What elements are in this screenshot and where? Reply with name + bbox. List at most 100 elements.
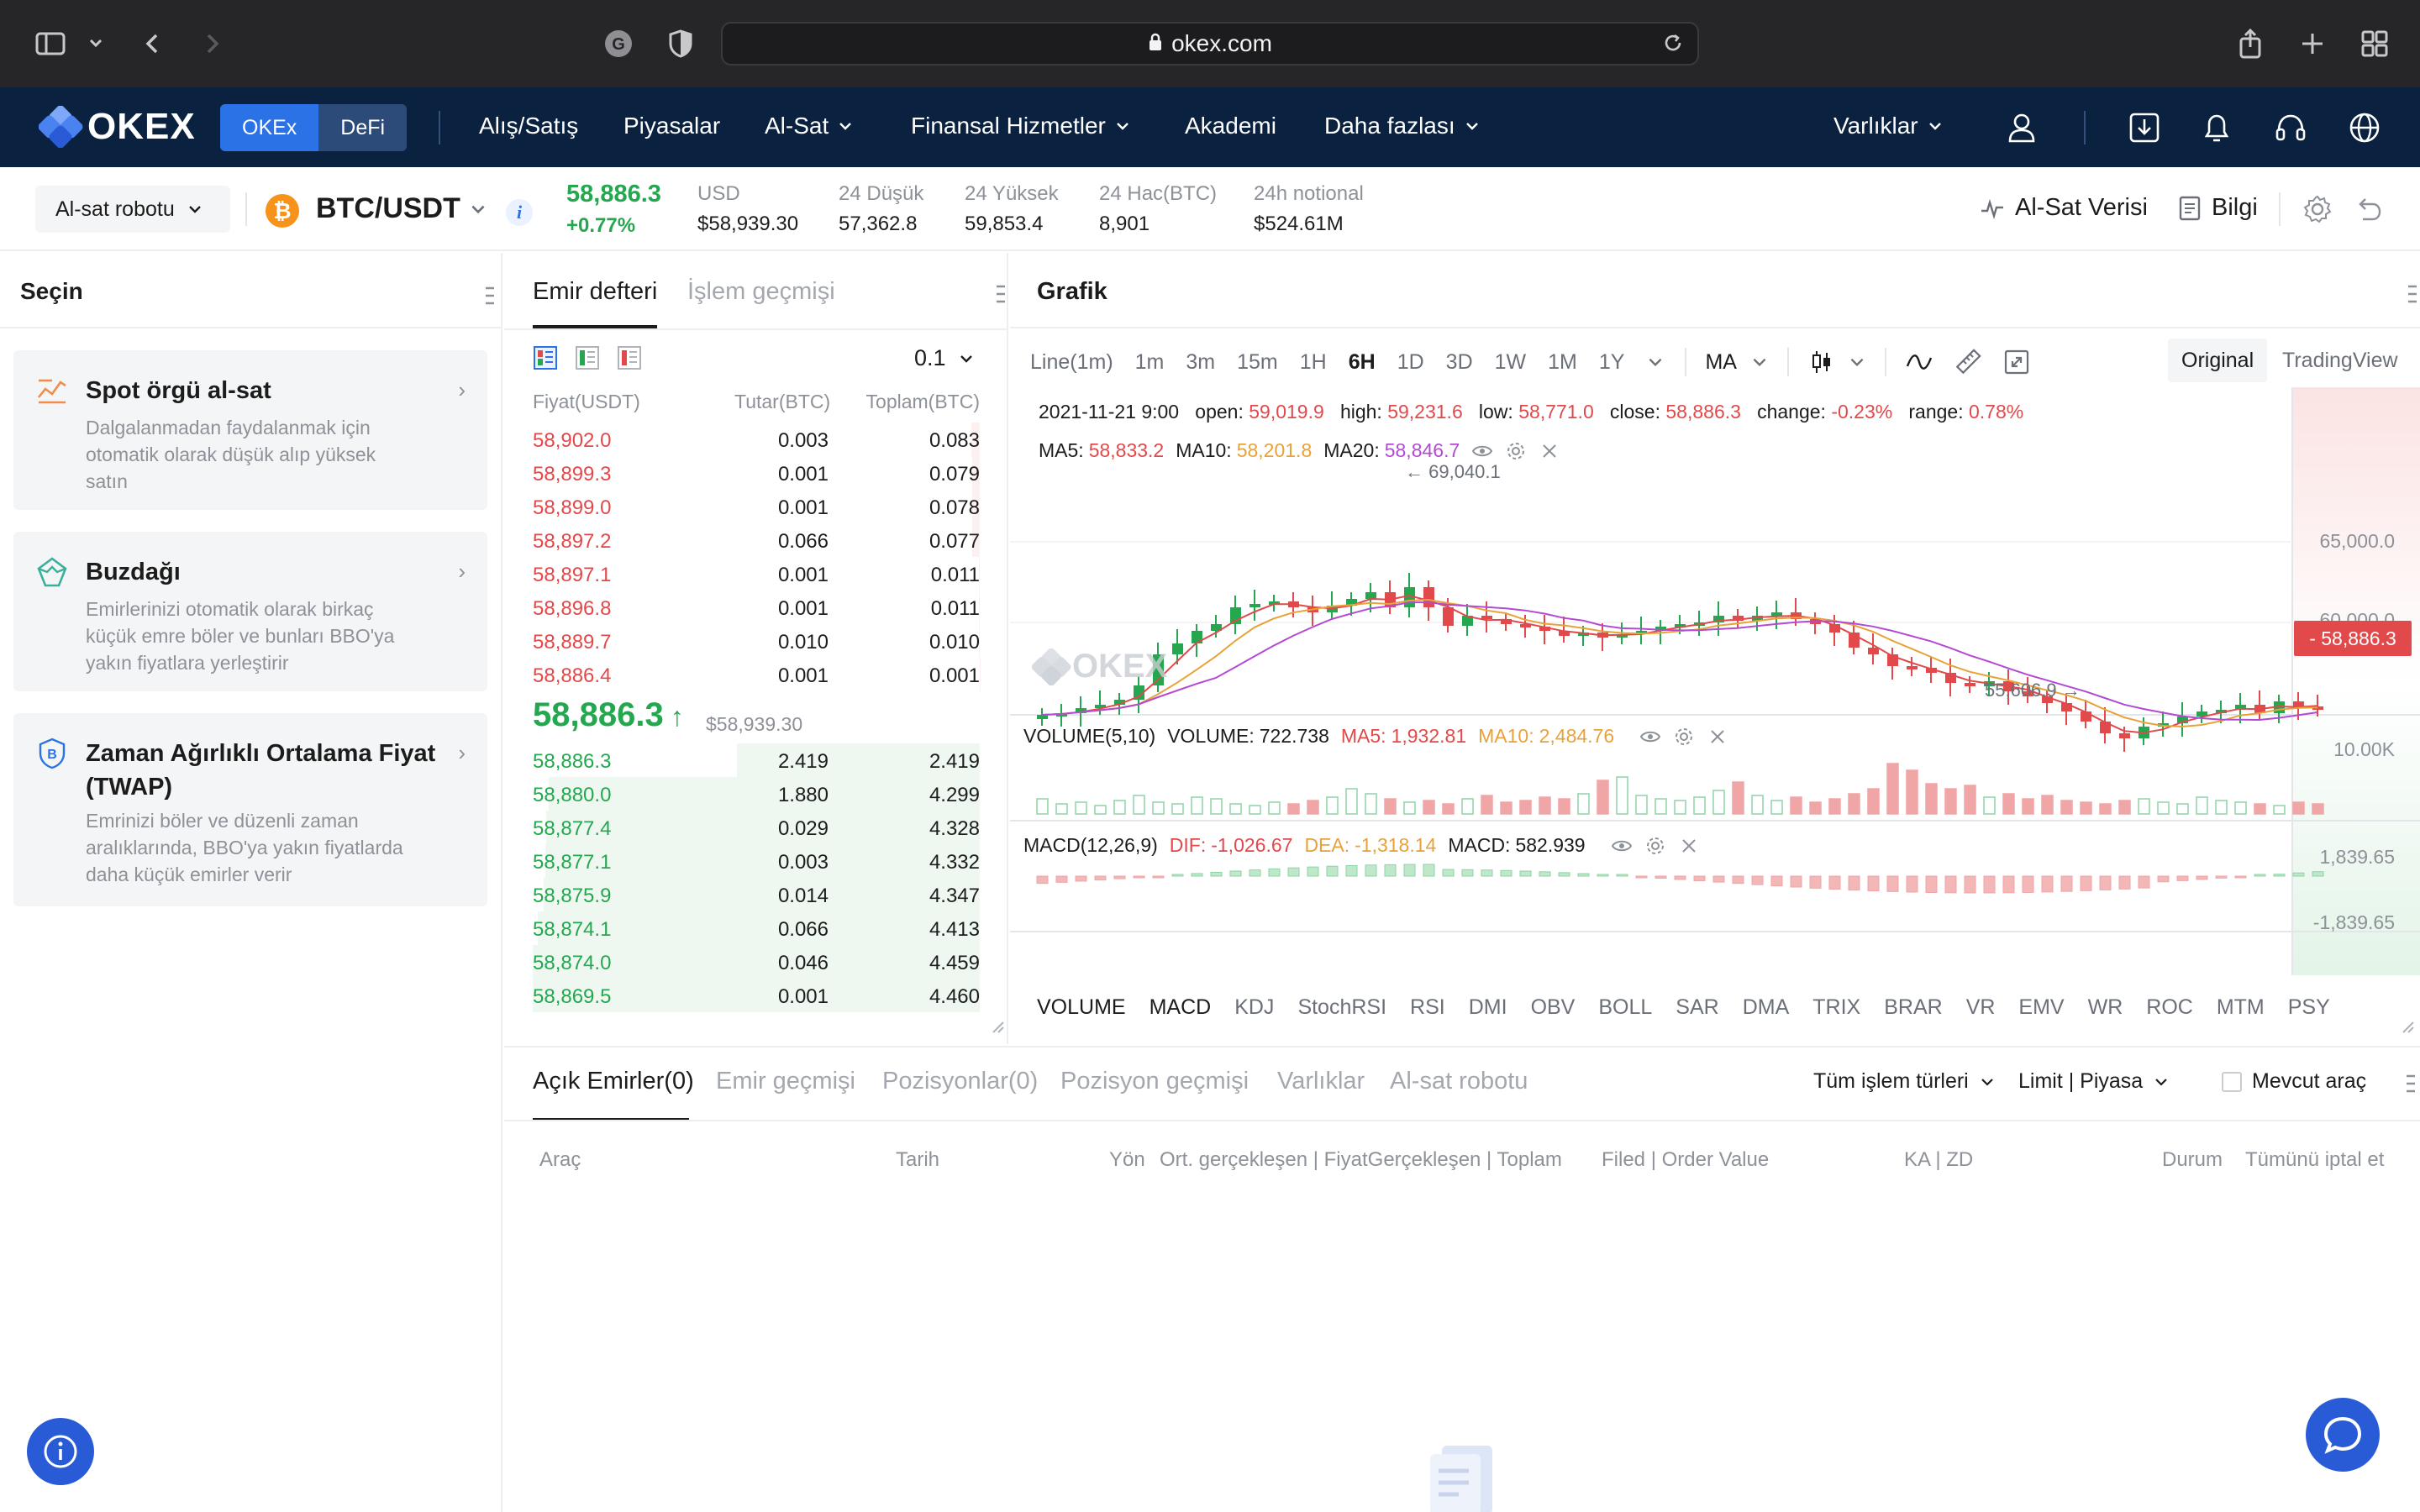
help-button[interactable] xyxy=(27,1418,94,1485)
timeframe-1y[interactable]: 1Y xyxy=(1599,350,1625,375)
ask-row[interactable]: 58,897.2 0.066 0.077 xyxy=(533,523,980,557)
indicator-obv[interactable]: OBV xyxy=(1531,995,1576,1020)
drag-handle-icon[interactable] xyxy=(484,283,496,308)
headset-icon[interactable] xyxy=(2272,109,2309,146)
indicator-trix[interactable]: TRIX xyxy=(1812,995,1860,1020)
indicator-dmi[interactable]: DMI xyxy=(1469,995,1507,1020)
chevron-down-icon[interactable] xyxy=(1646,353,1665,371)
indicator-boll[interactable]: BOLL xyxy=(1598,995,1652,1020)
chevron-down-icon[interactable] xyxy=(77,25,114,62)
indicator-psy[interactable]: PSY xyxy=(2288,995,2330,1020)
timeframe-6h[interactable]: 6H xyxy=(1349,350,1376,375)
okex-logo[interactable]: OKEX xyxy=(39,106,196,148)
tab-positions[interactable]: Pozisyonlar(0) xyxy=(882,1068,1038,1095)
indicator-roc[interactable]: ROC xyxy=(2146,995,2193,1020)
tab-assets[interactable]: Varlıklar xyxy=(1277,1068,1365,1095)
current-instrument-checkbox[interactable]: Mevcut araç xyxy=(2222,1069,2366,1094)
new-tab-icon[interactable] xyxy=(2294,25,2331,62)
nav-item-buy-sell[interactable]: Alış/Satış xyxy=(479,113,578,139)
cancel-all-button[interactable]: Tümünü iptal et xyxy=(2245,1148,2384,1172)
tab-order-book[interactable]: Emir defteri xyxy=(533,278,657,306)
bid-row[interactable]: 58,874.0 0.046 4.459 xyxy=(533,945,980,979)
eye-icon[interactable] xyxy=(1639,726,1661,748)
tab-trading-bot[interactable]: Al-sat robotu xyxy=(1390,1068,1528,1095)
bid-row[interactable]: 58,875.9 0.014 4.347 xyxy=(533,878,980,911)
depth-precision-select[interactable]: 0.1 xyxy=(914,345,975,371)
nav-item-markets[interactable]: Piyasalar xyxy=(623,113,720,139)
drag-handle-icon[interactable] xyxy=(995,281,1007,307)
view-asks-icon[interactable] xyxy=(617,345,642,370)
timeframe-3m[interactable]: 3m xyxy=(1186,350,1215,375)
undo-icon[interactable] xyxy=(2353,194,2383,224)
user-icon[interactable] xyxy=(2003,109,2040,146)
timeframe-1w[interactable]: 1W xyxy=(1495,350,1527,375)
timeframe-15m[interactable]: 15m xyxy=(1237,350,1278,375)
strategy-card-spot-grid[interactable]: Spot örgü al-sat › Dalgalanmadan faydala… xyxy=(13,350,487,510)
timeframe-1h[interactable]: 1H xyxy=(1300,350,1327,375)
forward-icon[interactable] xyxy=(193,25,230,62)
nav-item-trade[interactable]: Al-Sat xyxy=(765,113,854,139)
bid-row[interactable]: 58,886.3 2.419 2.419 xyxy=(533,743,980,777)
close-icon[interactable] xyxy=(1678,835,1700,857)
timeframe-1d[interactable]: 1D xyxy=(1397,350,1424,375)
resize-handle-icon[interactable] xyxy=(2400,1019,2415,1034)
timeframe-3d[interactable]: 3D xyxy=(1446,350,1473,375)
ask-row[interactable]: 58,899.0 0.001 0.078 xyxy=(533,490,980,523)
limit-market-filter[interactable]: Limit | Piyasa xyxy=(2018,1069,2170,1094)
sidebar-toggle-icon[interactable] xyxy=(32,25,69,62)
bid-row[interactable]: 58,874.1 0.066 4.413 xyxy=(533,911,980,945)
pair-selector[interactable]: BTC/USDT xyxy=(316,192,487,225)
bid-row[interactable]: 58,869.5 0.001 4.460 xyxy=(533,979,980,1012)
ask-row[interactable]: 58,896.8 0.001 0.011 xyxy=(533,591,980,624)
gear-icon[interactable] xyxy=(1644,835,1666,857)
indicator-volume[interactable]: VOLUME xyxy=(1037,995,1126,1020)
segment-defi[interactable]: DeFi xyxy=(318,104,407,151)
grammarly-icon[interactable]: G xyxy=(600,25,637,62)
chevron-down-icon[interactable] xyxy=(1750,353,1769,371)
pair-info-icon[interactable]: i xyxy=(506,199,533,226)
indicator-dma[interactable]: DMA xyxy=(1743,995,1790,1020)
drawing-ruler-icon[interactable] xyxy=(1954,348,1982,376)
order-type-filter[interactable]: Tüm işlem türleri xyxy=(1813,1069,1996,1094)
indicator-wr[interactable]: WR xyxy=(2088,995,2123,1020)
gear-icon[interactable] xyxy=(2302,194,2333,224)
mode-original-button[interactable]: Original xyxy=(2168,339,2268,382)
tab-trade-history[interactable]: İşlem geçmişi xyxy=(687,278,835,306)
bid-row[interactable]: 58,880.0 1.880 4.299 xyxy=(533,777,980,811)
segment-okex[interactable]: OKEx xyxy=(220,104,319,151)
trading-bot-select[interactable]: Al-sat robotu xyxy=(35,186,230,233)
candlestick-chart[interactable] xyxy=(1010,387,2420,975)
bid-row[interactable]: 58,877.1 0.003 4.332 xyxy=(533,844,980,878)
tab-open-orders[interactable]: Açık Emirler(0) xyxy=(533,1068,694,1095)
address-bar[interactable]: okex.com xyxy=(721,22,1699,66)
nav-item-more[interactable]: Daha fazlası xyxy=(1324,113,1481,139)
gear-icon[interactable] xyxy=(1673,726,1695,748)
bid-row[interactable]: 58,877.4 0.029 4.328 xyxy=(533,811,980,844)
chevron-down-icon[interactable] xyxy=(1848,353,1866,371)
fullscreen-icon[interactable] xyxy=(2002,348,2031,376)
resize-handle-icon[interactable] xyxy=(990,1019,1005,1034)
tab-position-history[interactable]: Pozisyon geçmişi xyxy=(1060,1068,1249,1095)
timeframe-line1m[interactable]: Line(1m) xyxy=(1030,350,1113,375)
indicator-macd[interactable]: MACD xyxy=(1150,995,1212,1020)
ask-row[interactable]: 58,899.3 0.001 0.079 xyxy=(533,456,980,490)
view-bids-icon[interactable] xyxy=(575,345,600,370)
indicator-sar[interactable]: SAR xyxy=(1676,995,1718,1020)
reload-icon[interactable] xyxy=(1660,30,1686,61)
ask-row[interactable]: 58,897.1 0.001 0.011 xyxy=(533,557,980,591)
candlestick-type-icon[interactable] xyxy=(1807,348,1836,376)
tab-order-history[interactable]: Emir geçmişi xyxy=(716,1068,855,1095)
nav-item-finance[interactable]: Finansal Hizmetler xyxy=(911,113,1131,139)
indicator-brar[interactable]: BRAR xyxy=(1884,995,1942,1020)
mode-tradingview-button[interactable]: TradingView xyxy=(2269,339,2412,382)
shield-icon[interactable] xyxy=(662,25,699,62)
back-icon[interactable] xyxy=(134,25,171,62)
timeframe-1m[interactable]: 1M xyxy=(1548,350,1577,375)
indicator-mtm[interactable]: MTM xyxy=(2217,995,2265,1020)
globe-icon[interactable] xyxy=(2346,109,2383,146)
indicator-kdj[interactable]: KDJ xyxy=(1234,995,1274,1020)
view-both-icon[interactable] xyxy=(533,345,558,370)
drag-handle-icon[interactable] xyxy=(2405,1071,2417,1096)
ask-row[interactable]: 58,889.7 0.010 0.010 xyxy=(533,624,980,658)
ask-row[interactable]: 58,886.4 0.001 0.001 xyxy=(533,658,980,691)
